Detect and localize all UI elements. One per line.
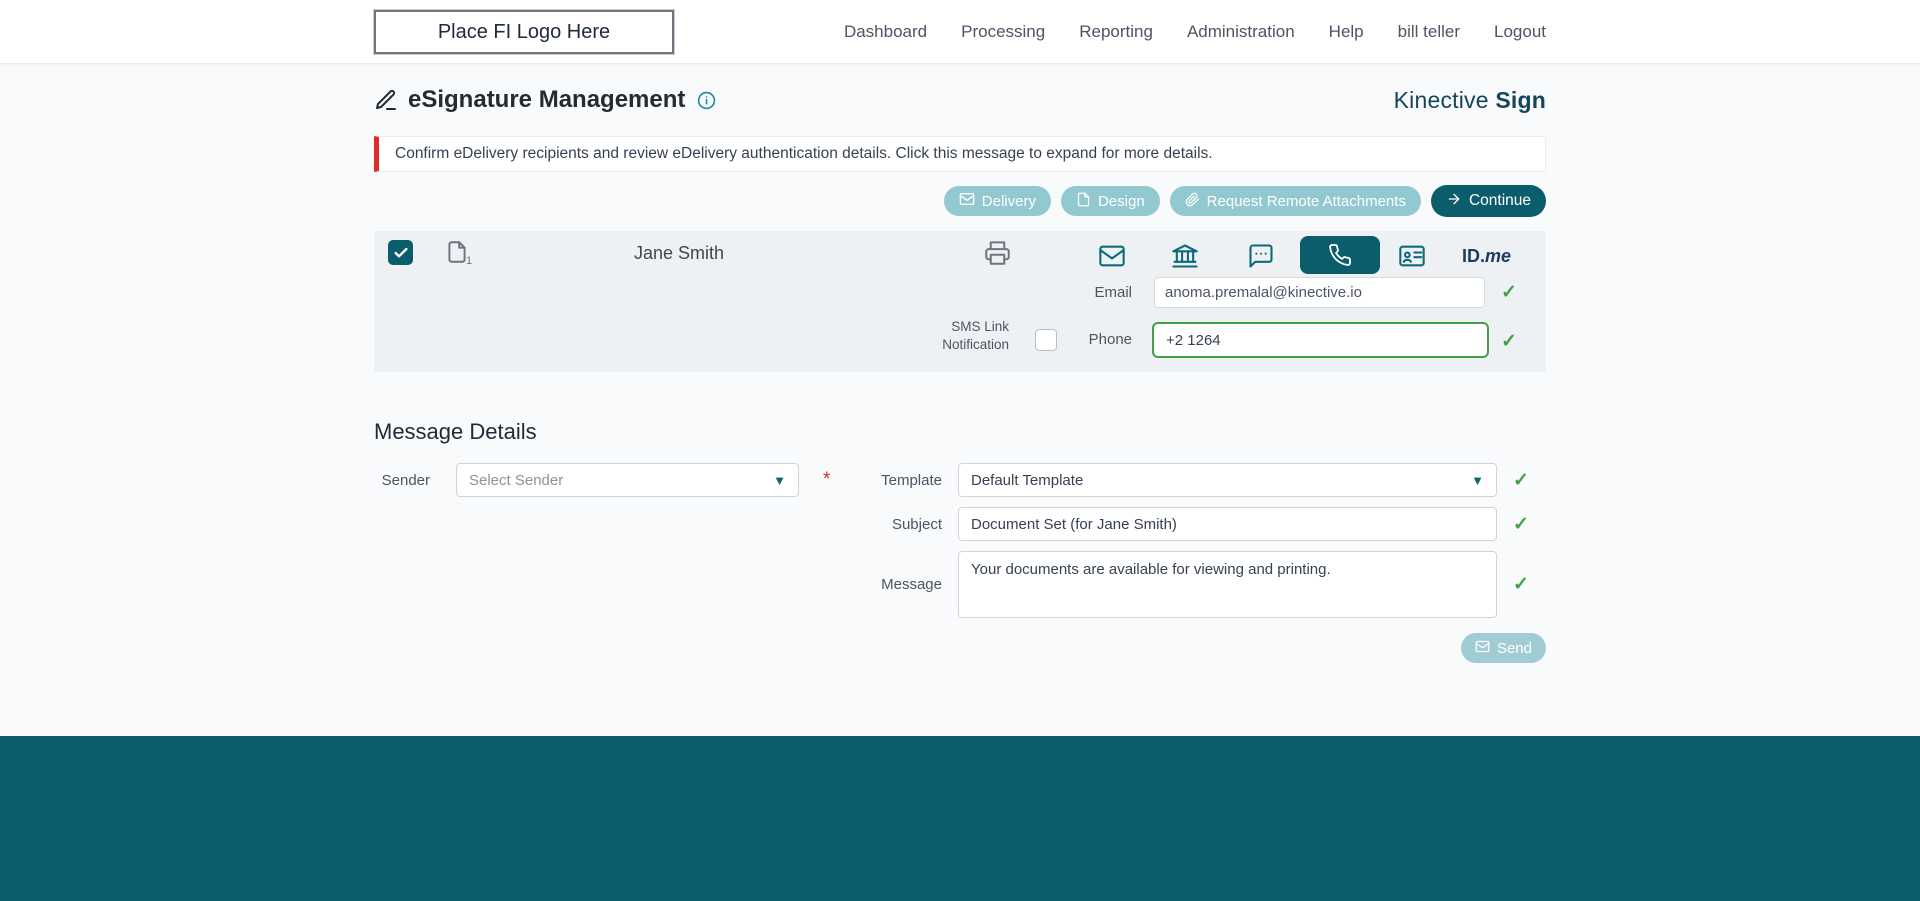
sms-link-notification-label: SMS Link Notification	[874, 318, 1009, 354]
top-nav-bar: Place FI Logo Here Dashboard Processing …	[0, 0, 1920, 64]
delivery-button-label: Delivery	[981, 192, 1036, 210]
phone-label: Phone	[1088, 331, 1132, 348]
recipient-checkbox[interactable]	[388, 240, 413, 265]
document-count-badge: 1	[466, 255, 473, 267]
main-nav: Dashboard Processing Reporting Administr…	[844, 22, 1546, 42]
nav-processing[interactable]: Processing	[961, 22, 1045, 42]
subject-row: Subject ✓	[873, 507, 1546, 541]
email-valid-check-icon: ✓	[1501, 282, 1517, 303]
send-button[interactable]: Send	[1460, 633, 1546, 663]
nav-administration[interactable]: Administration	[1187, 22, 1295, 42]
template-dropdown[interactable]: Default Template ▼	[958, 463, 1497, 497]
required-asterisk: *	[823, 469, 831, 490]
edelivery-alert-banner[interactable]: Confirm eDelivery recipients and review …	[374, 136, 1546, 172]
template-row: Template Default Template ▼ ✓	[873, 463, 1546, 497]
subject-input[interactable]	[958, 507, 1497, 541]
email-auth-icon[interactable]	[1098, 242, 1126, 275]
sms-chat-icon[interactable]	[1247, 242, 1275, 275]
message-textarea[interactable]: Your documents are available for viewing…	[958, 551, 1497, 618]
design-button[interactable]: Design	[1060, 186, 1160, 216]
printer-icon[interactable]	[984, 239, 1011, 271]
message-valid-check-icon: ✓	[1513, 574, 1529, 595]
idme-prefix: ID.	[1462, 246, 1486, 266]
alert-text: Confirm eDelivery recipients and review …	[395, 145, 1213, 162]
phone-valid-check-icon: ✓	[1501, 331, 1517, 352]
message-row: Message Your documents are available for…	[873, 551, 1546, 618]
template-dropdown-value: Default Template	[971, 471, 1084, 489]
template-label: Template	[881, 471, 942, 489]
sender-row: Sender Select Sender ▼ *	[374, 463, 830, 497]
email-input[interactable]	[1154, 277, 1485, 308]
subject-label: Subject	[891, 515, 942, 533]
envelope-icon	[1475, 639, 1490, 658]
brand-name: Kinective	[1393, 86, 1489, 113]
nav-reporting[interactable]: Reporting	[1079, 22, 1153, 42]
action-button-row: Delivery Design Request Remote Attachmen…	[374, 185, 1546, 217]
chevron-down-icon: ▼	[773, 472, 786, 488]
phone-auth-tab-selected[interactable]	[1300, 236, 1380, 274]
nav-help[interactable]: Help	[1329, 22, 1364, 42]
envelope-icon	[959, 191, 975, 211]
signature-pen-icon	[374, 88, 398, 112]
fi-logo-text: Place FI Logo Here	[437, 20, 611, 43]
delivery-button[interactable]: Delivery	[943, 186, 1051, 216]
email-label: Email	[1094, 284, 1132, 301]
recipient-name: Jane Smith	[633, 243, 725, 263]
sms-link-line2: Notification	[942, 337, 1009, 352]
paperclip-icon	[1185, 192, 1200, 211]
subject-valid-check-icon: ✓	[1513, 513, 1529, 535]
send-button-label: Send	[1496, 639, 1532, 657]
arrow-right-icon	[1446, 191, 1462, 212]
request-remote-attachments-label: Request Remote Attachments	[1206, 192, 1406, 210]
chevron-down-icon: ▼	[1471, 472, 1484, 488]
id-card-icon[interactable]	[1398, 242, 1426, 275]
design-button-label: Design	[1097, 192, 1145, 210]
idme-suffix: me	[1485, 246, 1512, 266]
main-content: eSignature Management Kinective Sign Con…	[374, 86, 1546, 663]
request-remote-attachments-button[interactable]: Request Remote Attachments	[1169, 186, 1421, 216]
continue-button-label: Continue	[1468, 192, 1531, 209]
sender-dropdown[interactable]: Select Sender ▼	[456, 463, 799, 497]
nav-dashboard[interactable]: Dashboard	[844, 22, 927, 42]
message-details-heading: Message Details	[374, 419, 537, 444]
nav-logout[interactable]: Logout	[1494, 22, 1546, 42]
page-title: eSignature Management	[408, 86, 686, 113]
idme-logo[interactable]: ID.me	[1462, 246, 1511, 267]
info-icon[interactable]	[697, 91, 716, 110]
nav-user-bill-teller[interactable]: bill teller	[1398, 22, 1460, 42]
sender-label: Sender	[381, 471, 430, 489]
sender-dropdown-value: Select Sender	[469, 471, 564, 489]
template-valid-check-icon: ✓	[1513, 469, 1529, 491]
continue-button[interactable]: Continue	[1430, 185, 1546, 217]
recipient-card: 1 Jane Smith ID.me Email ✓ SMS Link Noti…	[374, 231, 1546, 372]
page-header-row: eSignature Management Kinective Sign	[374, 86, 1546, 114]
send-row: Send	[374, 633, 1546, 663]
phone-input[interactable]	[1152, 322, 1489, 358]
message-fields-column: Template Default Template ▼ ✓ Subject ✓ …	[873, 463, 1546, 618]
kinective-sign-logo: Kinective Sign	[1394, 87, 1546, 114]
brand-product: Sign	[1495, 86, 1546, 113]
message-details-form: Sender Select Sender ▼ * Template Defaul…	[374, 463, 1546, 663]
bank-auth-icon[interactable]	[1171, 242, 1199, 275]
message-label: Message	[881, 576, 942, 593]
sms-link-line1: SMS Link	[951, 319, 1009, 334]
fi-logo-placeholder: Place FI Logo Here	[373, 9, 675, 55]
file-icon	[1076, 192, 1091, 211]
footer-bar	[0, 736, 1920, 901]
